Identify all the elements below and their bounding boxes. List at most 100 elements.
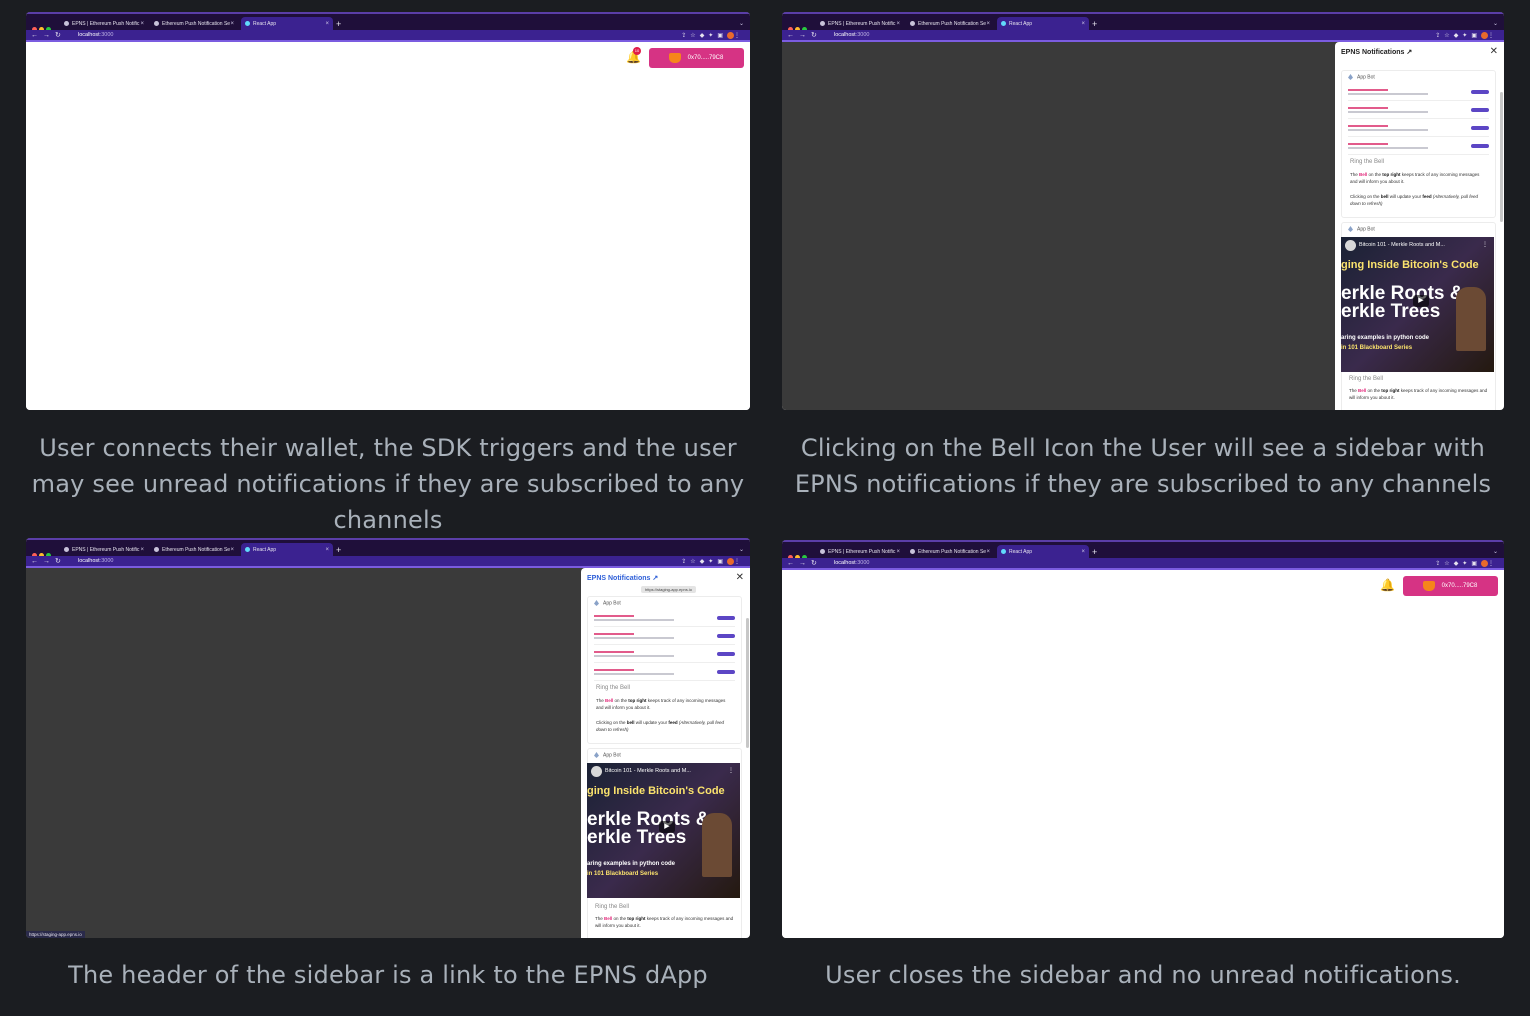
channel-avatar (1345, 240, 1356, 251)
action-button[interactable] (717, 670, 735, 674)
action-button[interactable] (717, 652, 735, 656)
new-tab-button[interactable]: + (1092, 545, 1097, 559)
page-content-dimmed[interactable]: EPNS Notifications ↗ ✕ App Bot Ring the … (782, 42, 1504, 410)
chevron-down-icon[interactable]: ⌄ (739, 17, 744, 31)
favicon-icon (154, 21, 159, 26)
extensions-bar[interactable]: ⇪☆◆✦▣ ⋮ (681, 558, 744, 565)
scrollbar[interactable] (1500, 92, 1503, 222)
tab-epns[interactable]: EPNS | Ethereum Push Notific × (60, 543, 148, 557)
url-field[interactable]: localhost:3000 (78, 558, 113, 564)
bell-icon[interactable]: 🔔 (1380, 578, 1395, 592)
scrollbar[interactable] (746, 618, 749, 748)
tab-epns[interactable]: EPNS | Ethereum Push Notific × (816, 545, 904, 559)
close-tab-icon[interactable]: × (896, 545, 900, 559)
nav-buttons[interactable]: ←→↻ (31, 557, 66, 565)
browser-window-2: EPNS | Ethereum Push Notific × Ethereum P… (782, 12, 1504, 410)
close-tab-icon[interactable]: × (230, 543, 234, 557)
link-tooltip: https://staging-app.epns.io (641, 586, 696, 593)
chevron-down-icon[interactable]: ⌄ (739, 543, 744, 557)
more-options-icon[interactable]: ⋮ (728, 767, 734, 774)
tab-epns-docs[interactable]: Ethereum Push Notification Se × (150, 17, 238, 31)
sidebar-title[interactable]: EPNS Notifications ↗ (1341, 48, 1412, 56)
profile-avatar[interactable] (727, 32, 734, 39)
extensions-bar[interactable]: ⇪☆◆✦▣ ⋮ (681, 32, 744, 39)
wallet-button[interactable]: 0x70.....79C8 (1403, 576, 1498, 596)
action-button[interactable] (1471, 126, 1489, 130)
notification-body-2: Clicking on the bell will update your fe… (596, 720, 725, 732)
notification-body: The Bell on the top right keeps track of… (596, 698, 726, 710)
list-item[interactable] (1348, 105, 1489, 119)
external-link-icon: ↗ (1406, 49, 1413, 56)
metamask-fox-icon (669, 53, 681, 63)
notification-title: Ring the Bell (596, 685, 631, 691)
new-tab-button[interactable]: + (336, 543, 341, 557)
tab-epns[interactable]: EPNS | Ethereum Push Notific × (816, 17, 904, 31)
close-tab-icon[interactable]: × (325, 17, 329, 31)
list-item[interactable] (1348, 141, 1489, 155)
caption-1: User connects their wallet, the SDK trig… (31, 434, 745, 534)
profile-avatar[interactable] (727, 558, 734, 565)
list-item[interactable] (1348, 123, 1489, 137)
action-button[interactable] (1471, 144, 1489, 148)
action-button[interactable] (1471, 90, 1489, 94)
bell-icon[interactable]: 🔔 10 (626, 47, 641, 64)
close-tab-icon[interactable]: × (140, 17, 144, 31)
tab-react-app[interactable]: React App × (241, 543, 333, 557)
close-tab-icon[interactable]: × (1081, 545, 1085, 559)
nav-buttons[interactable]: ←→↻ (787, 31, 822, 39)
list-item[interactable] (1348, 87, 1489, 101)
video-title: Bitcoin 101 - Merkle Roots and M... (1359, 242, 1445, 248)
list-item[interactable] (594, 613, 735, 627)
nav-buttons[interactable]: ←→↻ (31, 31, 66, 39)
address-bar: ←→↻ localhost:3000 ⇪☆◆✦▣ ⋮ (26, 30, 750, 42)
tab-epns-docs[interactable]: Ethereum Push Notification Se × (150, 543, 238, 557)
url-field[interactable]: localhost:3000 (78, 32, 113, 38)
chevron-down-icon[interactable]: ⌄ (1493, 17, 1498, 31)
video-title: Bitcoin 101 - Merkle Roots and M... (605, 768, 691, 774)
video-embed[interactable]: Bitcoin 101 - Merkle Roots and M... ⋮ gi… (587, 763, 740, 898)
profile-avatar[interactable] (1481, 560, 1488, 567)
new-tab-button[interactable]: + (1092, 17, 1097, 31)
close-tab-icon[interactable]: × (896, 17, 900, 31)
new-tab-button[interactable]: + (336, 17, 341, 31)
play-icon[interactable]: ▶ (659, 821, 675, 833)
video-embed[interactable]: Bitcoin 101 - Merkle Roots and M... ⋮ gi… (1341, 237, 1494, 372)
close-tab-icon[interactable]: × (230, 17, 234, 31)
close-icon[interactable]: ✕ (736, 572, 744, 583)
chevron-down-icon[interactable]: ⌄ (1493, 545, 1498, 559)
favicon-icon (245, 21, 250, 26)
tab-react-app[interactable]: React App × (997, 545, 1089, 559)
tab-epns-docs[interactable]: Ethereum Push Notification Se × (906, 545, 994, 559)
close-tab-icon[interactable]: × (1081, 17, 1085, 31)
tab-epns-docs[interactable]: Ethereum Push Notification Se × (906, 17, 994, 31)
tab-react-app[interactable]: React App × (997, 17, 1089, 31)
url-field[interactable]: localhost:3000 (834, 32, 869, 38)
channel-icon (1348, 226, 1353, 232)
close-icon[interactable]: ✕ (1490, 46, 1498, 57)
more-options-icon[interactable]: ⋮ (1482, 241, 1488, 248)
list-item[interactable] (594, 667, 735, 681)
extensions-bar[interactable]: ⇪☆◆✦▣ ⋮ (1435, 560, 1498, 567)
favicon-icon (1001, 549, 1006, 554)
page-content: 🔔 10 0x70.....79C8 (26, 42, 750, 410)
action-button[interactable] (717, 634, 735, 638)
action-button[interactable] (717, 616, 735, 620)
extensions-bar[interactable]: ⇪☆◆✦▣ ⋮ (1435, 32, 1498, 39)
wallet-button[interactable]: 0x70.....79C8 (649, 48, 744, 68)
list-item[interactable] (594, 649, 735, 663)
close-tab-icon[interactable]: × (325, 543, 329, 557)
close-tab-icon[interactable]: × (986, 17, 990, 31)
tab-epns[interactable]: EPNS | Ethereum Push Notific × (60, 17, 148, 31)
close-tab-icon[interactable]: × (140, 543, 144, 557)
profile-avatar[interactable] (1481, 32, 1488, 39)
sidebar-title-link[interactable]: EPNS Notifications ↗ (587, 574, 658, 582)
page-content-dimmed[interactable]: EPNS Notifications ↗ https://staging-app… (26, 568, 750, 938)
play-icon[interactable]: ▶ (1413, 295, 1429, 307)
list-item[interactable] (594, 631, 735, 645)
notification-body: The Bell on the top right keeps track of… (595, 916, 734, 928)
tab-react-app[interactable]: React App × (241, 17, 333, 31)
url-field[interactable]: localhost:3000 (834, 560, 869, 566)
nav-buttons[interactable]: ←→↻ (787, 559, 822, 567)
close-tab-icon[interactable]: × (986, 545, 990, 559)
action-button[interactable] (1471, 108, 1489, 112)
